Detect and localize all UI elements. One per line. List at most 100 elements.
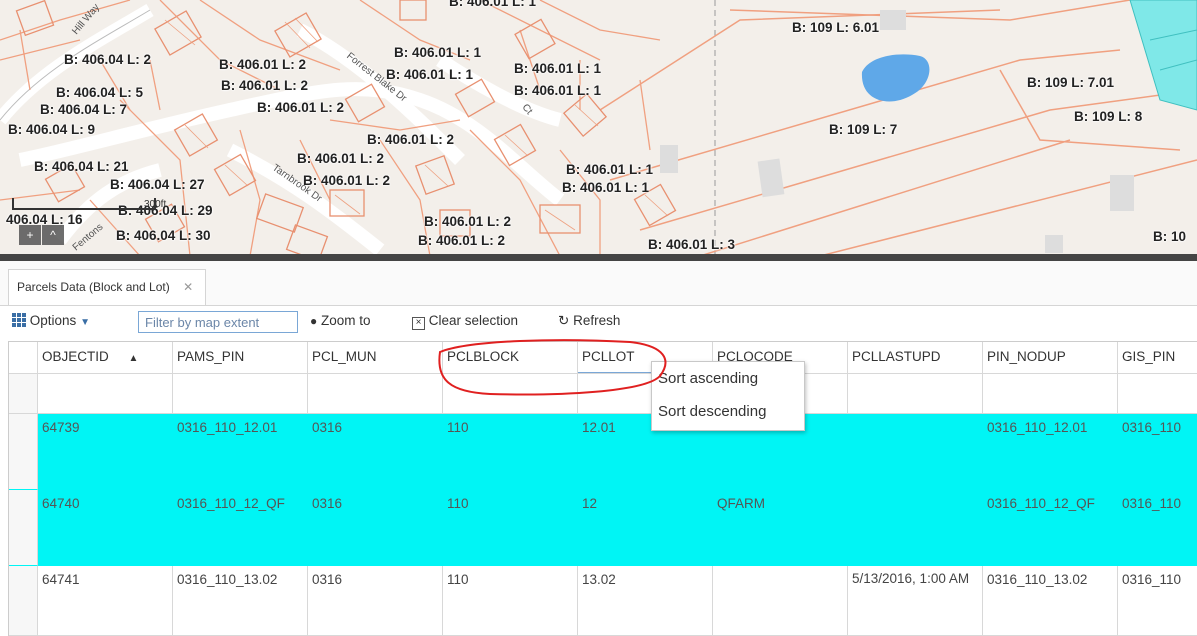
options-label: Options (29, 313, 77, 328)
column-header-objectid[interactable]: OBJECTID ▲ (38, 342, 173, 374)
row-selector[interactable] (9, 414, 38, 490)
table-row[interactable]: 64740 0316_110_12_QF 0316 110 12 QFARM 0… (9, 490, 1197, 566)
column-header-pcl-mun[interactable]: PCL_MUN (308, 342, 443, 374)
column-header-gis-pin[interactable]: GIS_PIN (1118, 342, 1197, 374)
sort-ascending-menu-item[interactable]: Sort ascending (658, 370, 758, 387)
parcel-label: B: 406.04 L: 9 (8, 122, 96, 137)
parcel-label: B: 406.01 L: 1 (514, 61, 602, 76)
parcel-label: B: 406.04 L: 5 (56, 85, 144, 100)
tab-parcels-data[interactable]: Parcels Data (Block and Lot) ✕ (8, 269, 207, 305)
table-cell[interactable]: 13.02 (578, 566, 713, 636)
row-selector-header[interactable] (9, 342, 38, 374)
parcel-label: B: 406.01 L: 1 (562, 180, 650, 195)
parcel-label: B: 406.01 L: 2 (257, 100, 345, 115)
table-cell[interactable]: 5/13/2016, 1:00 AM (848, 566, 983, 636)
parcel-label: B: 406.01 L: 1 (449, 0, 537, 9)
table-cell[interactable]: 0316_110 (1118, 414, 1197, 490)
table-cell[interactable]: 0316_110 (1118, 490, 1197, 566)
table-cell[interactable]: 110 (443, 490, 578, 566)
parcel-label: B: 406.01 L: 2 (418, 233, 506, 248)
table-cell[interactable] (173, 374, 308, 414)
parcel-label: B: 109 L: 6.01 (792, 20, 880, 35)
parcel-label: B: 109 L: 7.01 (1027, 75, 1115, 90)
refresh-icon: ↻ (558, 313, 570, 328)
parcel-label: B: 406.01 L: 1 (566, 162, 654, 177)
table-cell[interactable]: 12 (578, 490, 713, 566)
column-header-label: PCLLOT (582, 349, 635, 364)
parcel-label: B: 10 (1153, 229, 1187, 244)
zoom-to-label: Zoom to (321, 313, 371, 328)
table-cell[interactable] (848, 490, 983, 566)
column-header-label: OBJECTID (42, 349, 109, 364)
table-cell[interactable]: 110 (443, 414, 578, 490)
row-selector[interactable] (9, 490, 38, 566)
table-row[interactable] (9, 374, 1197, 414)
chevron-down-icon: ▼ (80, 317, 90, 328)
table-cell[interactable] (443, 374, 578, 414)
table-cell[interactable]: 0316_110_13.02 (983, 566, 1118, 636)
panel-splitter[interactable] (0, 254, 1197, 261)
table-cell[interactable]: 64741 (38, 566, 173, 636)
clear-selection-label: Clear selection (428, 313, 519, 328)
table-cell[interactable]: 110 (443, 566, 578, 636)
parcel-label: B: 109 L: 8 (1074, 109, 1143, 124)
sort-descending-menu-item[interactable]: Sort descending (658, 403, 766, 420)
row-selector[interactable] (9, 374, 38, 414)
scale-bar (12, 198, 156, 210)
options-button[interactable]: Options ▼ (12, 313, 90, 328)
table-cell[interactable]: 0316 (308, 566, 443, 636)
data-grid: OBJECTID ▲ PAMS_PIN PCL_MUN PCLBLOCK PCL… (8, 341, 1197, 636)
parcel-label: B: 406.04 L: 21 (34, 159, 129, 174)
parcel-label: B: 406.01 L: 2 (297, 151, 385, 166)
parcel-label: B: 406.01 L: 2 (219, 57, 307, 72)
close-icon[interactable]: ✕ (183, 280, 193, 294)
table-cell[interactable] (38, 374, 173, 414)
table-cell[interactable] (983, 374, 1118, 414)
parcel-label: B: 109 L: 7 (829, 122, 898, 137)
zoom-in-button[interactable]: + (19, 225, 41, 245)
table-cell[interactable] (848, 374, 983, 414)
map-view[interactable]: B: 406.01 L: 1 B: 406.04 L: 2 B: 406.04 … (0, 0, 1197, 256)
table-cell[interactable] (848, 414, 983, 490)
table-cell[interactable]: 0316_110_12_QF (173, 490, 308, 566)
table-cell[interactable]: 0316 (308, 414, 443, 490)
clear-selection-button[interactable]: × Clear selection (412, 313, 518, 330)
row-selector[interactable] (9, 566, 38, 636)
table-cell[interactable]: 0316_110_12.01 (983, 414, 1118, 490)
table-cell[interactable]: 0316_110_12_QF (983, 490, 1118, 566)
table-cell[interactable]: 0316_110_13.02 (173, 566, 308, 636)
table-row[interactable]: 64739 0316_110_12.01 0316 110 12.01 0316… (9, 414, 1197, 490)
parcel-label: B: 406.01 L: 2 (367, 132, 455, 147)
table-cell[interactable]: 64739 (38, 414, 173, 490)
grid-header-row: OBJECTID ▲ PAMS_PIN PCL_MUN PCLBLOCK PCL… (9, 342, 1197, 374)
attribute-table-panel: Parcels Data (Block and Lot) ✕ Options ▼… (0, 261, 1197, 636)
column-header-pclblock[interactable]: PCLBLOCK (443, 342, 578, 374)
map-pan-button[interactable]: ^ (42, 225, 64, 245)
zoom-to-button[interactable]: ● Zoom to (310, 313, 371, 328)
column-header-pcllastupd[interactable]: PCLLASTUPD (848, 342, 983, 374)
column-header-pams-pin[interactable]: PAMS_PIN (173, 342, 308, 374)
table-cell[interactable]: 64740 (38, 490, 173, 566)
table-cell[interactable] (308, 374, 443, 414)
refresh-button[interactable]: ↻ Refresh (558, 313, 620, 329)
parcel-label: B: 406.01 L: 1 (514, 83, 602, 98)
table-cell[interactable]: QFARM (713, 490, 848, 566)
parcel-label: B: 406.01 L: 3 (648, 237, 736, 252)
parcel-label: B: 406.04 L: 30 (116, 228, 211, 243)
parcel-label: B: 406.01 L: 1 (394, 45, 482, 60)
table-cell[interactable] (713, 566, 848, 636)
filter-by-map-extent-button[interactable]: Filter by map extent (138, 311, 298, 333)
clear-selection-icon: × (412, 317, 425, 330)
parcel-label: B: 406.04 L: 2 (64, 52, 152, 67)
parcel-label: B: 406.01 L: 2 (221, 78, 309, 93)
column-header-pin-nodup[interactable]: PIN_NODUP (983, 342, 1118, 374)
table-cell[interactable]: 0316 (308, 490, 443, 566)
parcel-label: B: 406.04 L: 27 (110, 177, 205, 192)
tab-label: Parcels Data (Block and Lot) (17, 280, 170, 294)
table-cell[interactable]: 0316_110 (1118, 566, 1197, 636)
tab-bar: Parcels Data (Block and Lot) ✕ (0, 261, 1197, 306)
table-row[interactable]: 64741 0316_110_13.02 0316 110 13.02 5/13… (9, 566, 1197, 636)
table-cell[interactable]: 0316_110_12.01 (173, 414, 308, 490)
parcel-label: B: 406.04 L: 7 (40, 102, 128, 117)
table-cell[interactable] (1118, 374, 1197, 414)
